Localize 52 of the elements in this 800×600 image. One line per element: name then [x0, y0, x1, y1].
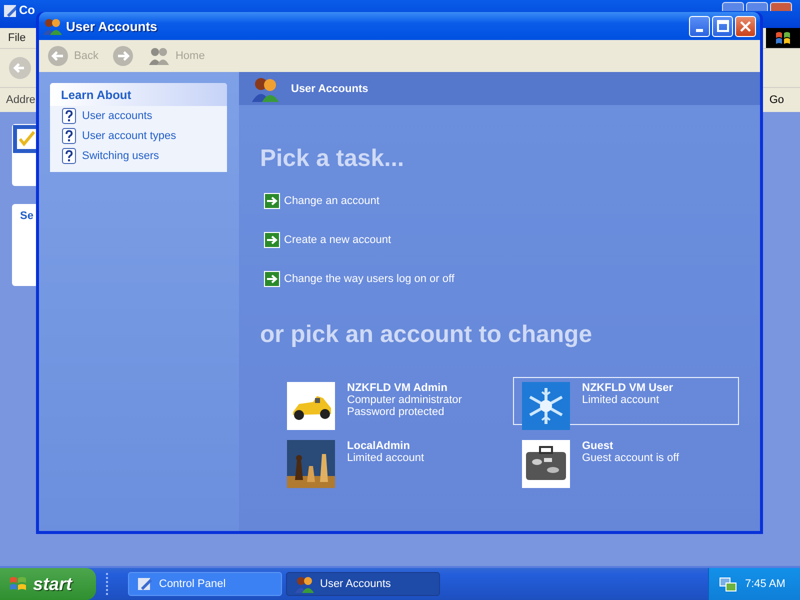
- task-link[interactable]: Create a new account: [264, 232, 760, 248]
- section-heading: Pick a task...: [260, 145, 406, 173]
- taskbar-button[interactable]: User Accounts: [286, 572, 440, 596]
- pane-title: Se: [19, 209, 34, 222]
- help-link[interactable]: Switching users: [82, 150, 160, 162]
- account-detail: Limited account: [347, 452, 424, 464]
- users-icon: [251, 76, 281, 102]
- help-icon: [62, 148, 76, 164]
- network-icon: [719, 576, 737, 592]
- help-link[interactable]: User accounts: [82, 110, 152, 122]
- windows-flag-icon: [774, 30, 792, 46]
- address-label: Addre: [6, 94, 36, 106]
- close-button[interactable]: [770, 2, 792, 11]
- minimize-icon: [696, 28, 703, 32]
- header-title: User Accounts: [291, 82, 368, 94]
- maximize-icon: [716, 20, 728, 32]
- menu-item[interactable]: File: [8, 32, 26, 44]
- account-tile[interactable]: Guest Guest account is off: [513, 435, 739, 483]
- task-link[interactable]: Change the way users log on or off: [264, 271, 760, 287]
- account-detail: Guest account is off: [582, 452, 680, 464]
- window-title: Co: [19, 3, 35, 17]
- users-icon: [43, 17, 62, 35]
- account-tile[interactable]: LocalAdmin Limited account: [278, 435, 504, 483]
- back-icon: [47, 45, 69, 67]
- account-name: LocalAdmin: [347, 440, 411, 452]
- forward-icon: [112, 45, 134, 67]
- users-icon: [295, 575, 314, 593]
- account-detail: Limited account: [582, 394, 660, 406]
- windows-flag-icon: [8, 575, 28, 593]
- help-icon: [62, 108, 76, 124]
- minimize-button[interactable]: [722, 2, 744, 11]
- account-name: NZKFLD VM Admin: [347, 382, 448, 394]
- account-tile[interactable]: NZKFLD VM Admin Computer administrator Password protected: [278, 377, 504, 425]
- account-name: Guest: [582, 440, 614, 452]
- box-title: Learn About: [50, 83, 227, 106]
- help-icon: [62, 128, 76, 144]
- window-title: User Accounts: [66, 18, 158, 34]
- taskbar-button[interactable]: Control Panel: [128, 572, 282, 596]
- account-detail: Computer administrator: [347, 394, 462, 406]
- account-name: NZKFLD VM User: [582, 382, 674, 394]
- maximize-button[interactable]: [746, 2, 768, 11]
- control-panel-icon: [137, 576, 153, 592]
- users-icon: [148, 46, 170, 66]
- task-link[interactable]: Change an account: [264, 193, 760, 209]
- clock: 7:45 AM: [745, 578, 786, 590]
- start-button[interactable]: start: [0, 568, 96, 600]
- help-link[interactable]: User account types: [82, 130, 176, 142]
- control-panel-icon: [3, 3, 16, 19]
- account-detail: Password protected: [347, 406, 446, 418]
- section-heading: or pick an account to change: [260, 321, 594, 349]
- close-icon: [740, 20, 751, 32]
- back-icon[interactable]: [8, 56, 32, 80]
